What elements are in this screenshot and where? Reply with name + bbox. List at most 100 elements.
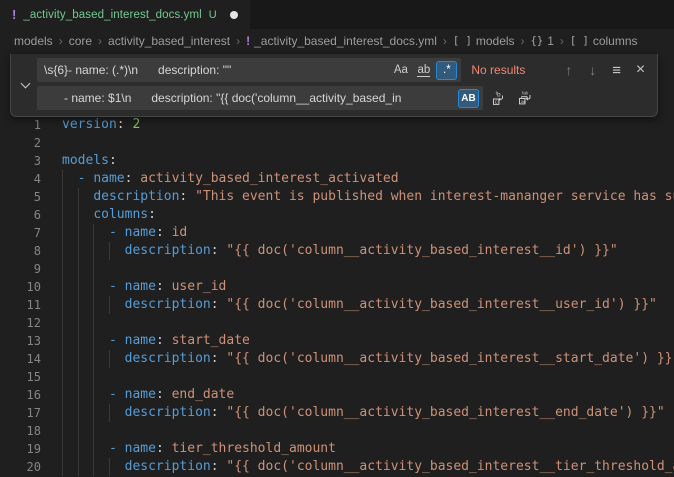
line-number: 7 (0, 224, 41, 242)
code-line[interactable]: 16 - name: end_date (0, 386, 674, 404)
modified-dot-icon[interactable] (230, 11, 238, 19)
breadcrumb-item[interactable]: [ ] columns (570, 34, 638, 48)
indent-guide (93, 422, 94, 440)
line-number: 10 (0, 278, 41, 296)
code-line[interactable]: 9 (0, 260, 674, 278)
breadcrumb-separator-icon: › (443, 34, 447, 48)
find-in-selection-toggle[interactable]: ≡ (606, 59, 627, 81)
line-number: 20 (0, 458, 41, 476)
code-text: - name: end_date (62, 386, 234, 404)
find-widget: \s{6}- name: (.*)\n description: "" Aa a… (10, 54, 658, 117)
breadcrumb: models › core › activity_based_interest › !_ac… (0, 30, 674, 52)
code-line[interactable]: 14 description: "{{ doc('column__activit… (0, 350, 674, 368)
arrow-down-icon: ↓ (589, 62, 596, 78)
code-line[interactable]: 13 - name: start_date (0, 332, 674, 350)
code-line[interactable]: 10 - name: user_id (0, 278, 674, 296)
tab-filename: _activity_based_interest_docs.yml (23, 9, 201, 21)
whole-word-toggle[interactable]: ab (413, 61, 434, 80)
code-line[interactable]: 20 description: "{{ doc('column__activit… (0, 458, 674, 476)
breadcrumb-separator-icon: › (98, 34, 102, 48)
code-text: description: "This event is published wh… (62, 188, 674, 206)
breadcrumb-item[interactable]: activity_based_interest (108, 34, 230, 48)
line-number: 17 (0, 404, 41, 422)
find-next-button[interactable]: ↓ (582, 59, 603, 81)
symbol-array-icon: [ ] (453, 35, 472, 47)
vscode-window: ! _activity_based_interest_docs.yml U mo… (0, 0, 674, 477)
breadcrumb-label: models (476, 34, 515, 48)
breadcrumb-label: 1 (547, 34, 554, 48)
code-text: description: "{{ doc('column__activity_b… (62, 458, 674, 476)
replace-button[interactable]: ᶠb c (487, 87, 510, 109)
editor-tab[interactable]: ! _activity_based_interest_docs.yml U (0, 0, 250, 29)
code-line[interactable]: 6 columns: (0, 206, 674, 224)
replace-input[interactable]: - name: $1\n description: "{{ doc('colum… (37, 86, 483, 110)
breadcrumb-separator-icon: › (236, 34, 240, 48)
code-area: 1version: 223models:4 - name: activity_b… (0, 116, 674, 476)
close-find-button[interactable]: × (630, 59, 651, 81)
replace-icon: ᶠb c (491, 90, 507, 106)
breadcrumb-item[interactable]: !_activity_based_interest_docs.yml (246, 34, 437, 48)
code-line[interactable]: 12 (0, 314, 674, 332)
line-number: 4 (0, 170, 41, 188)
code-text: columns: (62, 206, 156, 224)
breadcrumb-label: activity_based_interest (108, 34, 230, 48)
replace-all-icon: ᶠᵃᵇ ac (517, 90, 534, 106)
code-text: description: "{{ doc('column__activity_b… (62, 296, 657, 314)
replace-all-button[interactable]: ᶠᵃᵇ ac (514, 87, 537, 109)
code-text: - name: user_id (62, 278, 226, 296)
code-text: description: "{{ doc('column__activity_b… (62, 404, 665, 422)
code-text: - name: start_date (62, 332, 250, 350)
line-number: 16 (0, 386, 41, 404)
line-number: 5 (0, 188, 41, 206)
code-line[interactable]: 19 - name: tier_threshold_amount (0, 440, 674, 458)
toggle-replace-chevron-icon[interactable] (21, 79, 31, 89)
preserve-case-toggle[interactable]: AB (458, 89, 479, 108)
code-line[interactable]: 1version: 2 (0, 116, 674, 134)
code-line[interactable]: 17 description: "{{ doc('column__activit… (0, 404, 674, 422)
code-line[interactable]: 4 - name: activity_based_interest_activa… (0, 170, 674, 188)
tab-bar: ! _activity_based_interest_docs.yml U (0, 0, 674, 30)
code-text: description: "{{ doc('column__activity_b… (62, 350, 674, 368)
breadcrumb-label: core (69, 34, 92, 48)
code-line[interactable]: 5 description: "This event is published … (0, 188, 674, 206)
code-text: - name: id (62, 224, 187, 242)
code-line[interactable]: 18 (0, 422, 674, 440)
code-line[interactable]: 2 (0, 134, 674, 152)
code-line[interactable]: 3models: (0, 152, 674, 170)
code-text: - name: activity_based_interest_activate… (62, 170, 399, 188)
line-number: 19 (0, 440, 41, 458)
breadcrumb-item[interactable]: {}1 (531, 34, 554, 48)
regex-toggle[interactable]: .* (436, 61, 457, 80)
match-case-toggle[interactable]: Aa (390, 61, 411, 80)
line-number: 2 (0, 134, 41, 152)
code-line[interactable]: 7 - name: id (0, 224, 674, 242)
line-number: 18 (0, 422, 41, 440)
breadcrumb-item[interactable]: core (69, 34, 92, 48)
line-number: 13 (0, 332, 41, 350)
breadcrumb-label: models (14, 34, 53, 48)
symbol-array-icon: [ ] (570, 35, 589, 47)
line-number: 8 (0, 242, 41, 260)
symbol-object-icon: {} (531, 35, 544, 47)
find-input[interactable]: \s{6}- name: (.*)\n description: "" Aa a… (37, 58, 461, 82)
yaml-flag-icon: ! (12, 7, 16, 22)
code-line[interactable]: 11 description: "{{ doc('column__activit… (0, 296, 674, 314)
breadcrumb-item[interactable]: [ ] models (453, 34, 515, 48)
arrow-up-icon: ↑ (565, 62, 572, 78)
indent-guide (93, 260, 94, 278)
replace-value-text: - name: $1\n description: "{{ doc('colum… (44, 91, 456, 105)
code-text: - name: tier_threshold_amount (62, 440, 336, 458)
breadcrumb-item[interactable]: models (14, 34, 53, 48)
breadcrumb-separator-icon: › (521, 34, 525, 48)
breadcrumb-label: columns (593, 34, 638, 48)
indent-guide (93, 368, 94, 386)
selection-lines-icon: ≡ (612, 62, 621, 79)
breadcrumb-label: _activity_based_interest_docs.yml (254, 34, 437, 48)
code-line[interactable]: 8 description: "{{ doc('column__activity… (0, 242, 674, 260)
code-line[interactable]: 15 (0, 368, 674, 386)
line-number: 9 (0, 260, 41, 278)
find-previous-button[interactable]: ↑ (558, 59, 579, 81)
indent-guide (78, 422, 79, 440)
indent-guide (78, 260, 79, 278)
indent-guide (78, 368, 79, 386)
